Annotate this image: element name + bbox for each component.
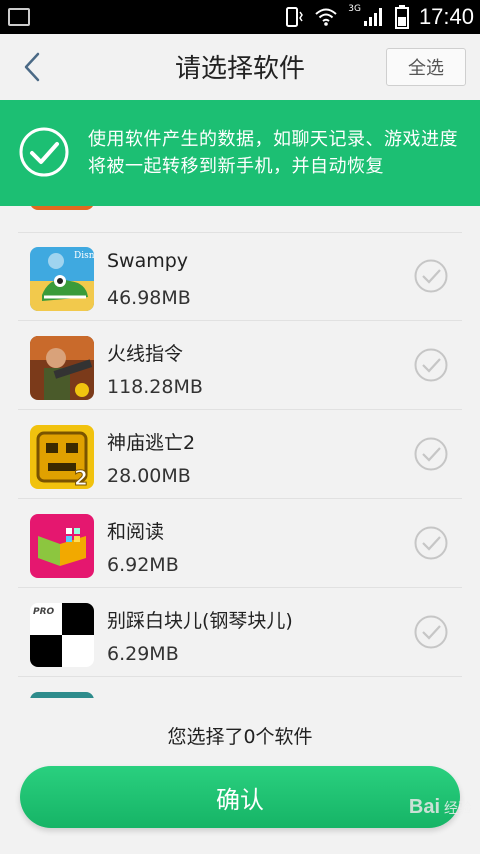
- select-checkbox-icon[interactable]: [414, 259, 448, 293]
- number-badge: 2: [74, 466, 88, 489]
- app-name: 火线指令: [107, 343, 184, 365]
- app-name: Swampy: [107, 250, 189, 272]
- app-name: 神庙逃亡2: [107, 432, 196, 454]
- list-item[interactable]: [18, 206, 462, 233]
- app-size: 46.98MB: [107, 287, 191, 309]
- swampy-game-icon: Disney: [30, 247, 94, 311]
- list-item[interactable]: [18, 677, 462, 698]
- status-bar: 3G 17:40: [0, 0, 480, 34]
- app-size: 28.00MB: [107, 465, 191, 487]
- selection-count: 您选择了0个软件: [167, 726, 313, 748]
- soldier-game-icon: [30, 336, 94, 400]
- battery-icon: [394, 5, 409, 29]
- disney-badge: Disney: [74, 251, 94, 261]
- list-item[interactable]: PRO 别踩白块儿(钢琴块儿) 6.29MB: [18, 588, 462, 677]
- network-type: 3G: [348, 4, 361, 14]
- piano-tiles-icon: PRO: [30, 603, 94, 667]
- list-item[interactable]: 2 神庙逃亡2 28.00MB: [18, 410, 462, 499]
- select-checkbox-icon[interactable]: [414, 437, 448, 471]
- app-header: 请选择软件 全选: [0, 34, 480, 100]
- baidu-watermark: Bai 经验: [408, 796, 472, 818]
- app-size: 118.28MB: [107, 376, 203, 398]
- info-banner: 使用软件产生的数据，如聊天记录、游戏进度将被一起转移到新手机，并自动恢复: [0, 100, 480, 206]
- list-item[interactable]: Disney Swampy 46.98MB: [18, 232, 462, 321]
- app-name: 和阅读: [107, 521, 165, 543]
- list-item[interactable]: 火线指令 118.28MB: [18, 321, 462, 410]
- app-icon: [30, 206, 94, 210]
- wifi-icon: [315, 8, 337, 26]
- pro-badge: PRO: [33, 607, 55, 617]
- app-size: 6.29MB: [107, 643, 179, 665]
- list-item[interactable]: 和阅读 6.92MB: [18, 499, 462, 588]
- banner-text: 使用软件产生的数据，如聊天记录、游戏进度将被一起转移到新手机，并自动恢复: [88, 129, 458, 177]
- select-checkbox-icon[interactable]: [414, 615, 448, 649]
- select-all-button[interactable]: 全选: [386, 48, 466, 86]
- vibrate-icon: [286, 7, 304, 27]
- app-size: 6.92MB: [107, 554, 179, 576]
- app-list[interactable]: Disney Swampy 46.98MB 火线指令 118.28MB: [0, 206, 480, 698]
- select-checkbox-icon[interactable]: [414, 526, 448, 560]
- clock: 17:40: [418, 4, 474, 29]
- reading-app-icon: [30, 514, 94, 578]
- app-icon: [30, 692, 94, 698]
- confirm-button[interactable]: 确认: [20, 766, 460, 828]
- signal-icon: [363, 8, 382, 26]
- temple-run-2-icon: 2: [30, 425, 94, 489]
- app-name: 别踩白块儿(钢琴块儿): [107, 610, 293, 632]
- select-checkbox-icon[interactable]: [414, 348, 448, 382]
- gallery-icon: [8, 8, 30, 26]
- check-circle-icon: [19, 127, 69, 177]
